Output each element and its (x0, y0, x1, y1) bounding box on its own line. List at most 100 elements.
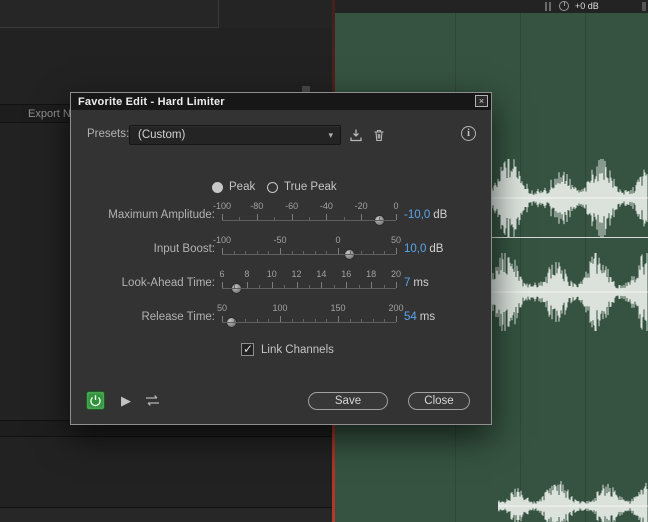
dialog-title: Favorite Edit - Hard Limiter (78, 95, 225, 108)
slider-track[interactable] (222, 315, 397, 328)
tick-mark-minor (239, 217, 241, 220)
tick-label: -20 (354, 201, 368, 211)
slider-thumb[interactable] (225, 317, 237, 328)
tick-label: -40 (319, 201, 333, 211)
tick-mark (338, 316, 339, 322)
power-toggle-button[interactable] (86, 391, 105, 410)
tick-label: 50 (390, 235, 402, 245)
tick-mark-minor (349, 251, 351, 254)
tick-label: 0 (335, 235, 341, 245)
presets-dropdown[interactable]: (Custom) ▾ (129, 125, 341, 145)
close-icon[interactable]: × (475, 95, 488, 107)
tick-label: -50 (273, 235, 287, 245)
tick-mark-minor (245, 319, 247, 322)
slider-row-look-ahead-time: Look-Ahead Time: 6 8 10 12 14 16 18 20 7 ms (71, 269, 493, 303)
tick-label: 50 (216, 303, 228, 313)
tick-label: 100 (272, 303, 288, 313)
value-number[interactable]: 10,0 (404, 243, 426, 255)
save-preset-button[interactable] (347, 126, 365, 144)
tick-mark-minor (256, 251, 258, 254)
loop-playback-button[interactable] (143, 393, 161, 408)
close-button[interactable]: Close (408, 392, 470, 410)
tick-mark (396, 282, 397, 288)
slider-row-release-time: Release Time: 50 100 150 200 54 ms (71, 303, 493, 337)
tick-label: -100 (212, 201, 232, 211)
slider-label: Look-Ahead Time: (121, 277, 215, 289)
tick-mark (338, 248, 339, 254)
level-meter-icon (545, 2, 553, 11)
slider-thumb[interactable] (230, 283, 242, 294)
tick-mark-minor (303, 251, 305, 254)
radio-peak[interactable]: Peak (212, 181, 255, 193)
volume-knob-icon[interactable] (559, 1, 569, 11)
tick-mark (256, 214, 258, 220)
link-channels-checkbox[interactable]: ✓ Link Channels (241, 342, 334, 356)
slider-label: Release Time: (141, 311, 215, 323)
tick-mark-minor (291, 319, 293, 322)
tick-label: -60 (285, 201, 299, 211)
tick-mark (222, 282, 223, 288)
tick-mark-minor (303, 319, 305, 322)
tick-label: 20 (390, 269, 402, 279)
tick-mark (371, 282, 373, 288)
slider-ruler: 50 100 150 200 (217, 303, 404, 314)
tick-label: 6 (219, 269, 225, 279)
tick-mark (271, 282, 273, 288)
tick-mark (321, 282, 323, 288)
export-button[interactable]: Export N (28, 108, 71, 120)
save-button[interactable]: Save (308, 392, 388, 410)
hard-limiter-dialog: Favorite Edit - Hard Limiter × Presets: … (70, 92, 492, 425)
slider-value[interactable]: -10,0 dB (404, 209, 447, 221)
delete-preset-button[interactable] (370, 126, 388, 144)
preview-play-button[interactable]: ▶ (121, 392, 131, 409)
slider-track[interactable] (222, 213, 397, 226)
tick-mark-minor (245, 251, 247, 254)
info-button[interactable]: i (461, 126, 476, 141)
audition-window: Export N +0 dB Favorite Edit - Hard Limi… (0, 0, 648, 522)
tick-label: 8 (244, 269, 250, 279)
tick-label: -100 (212, 235, 232, 245)
value-number[interactable]: -10,0 (404, 209, 430, 221)
top-toolbar: +0 dB (335, 0, 648, 13)
tick-mark-minor (234, 285, 236, 288)
waveform-bottom[interactable] (498, 478, 648, 522)
tick-mark (346, 282, 348, 288)
slider-label: Maximum Amplitude: (108, 209, 215, 221)
toolbar-scrollbar[interactable] (642, 2, 646, 11)
slider-value[interactable]: 10,0 dB (404, 243, 443, 255)
value-unit: ms (413, 277, 429, 289)
value-number[interactable]: 7 (404, 277, 410, 289)
radio-icon (267, 181, 278, 193)
slider-value[interactable]: 54 ms (404, 311, 435, 323)
radio-true-peak[interactable]: True Peak (267, 181, 337, 193)
tick-mark (222, 248, 223, 254)
tick-mark (280, 316, 281, 322)
checkbox-icon: ✓ (241, 342, 254, 356)
tick-mark-minor (259, 285, 261, 288)
gain-readout[interactable]: +0 dB (575, 1, 599, 11)
value-unit: ms (419, 311, 436, 323)
tick-mark-minor (384, 319, 386, 322)
value-number[interactable]: 54 (404, 311, 417, 323)
tick-mark (296, 282, 298, 288)
slider-track[interactable] (222, 281, 397, 294)
tick-mark-minor (349, 319, 351, 322)
tick-mark-minor (378, 217, 380, 220)
slider-ruler: -100 -80 -60 -40 -20 0 (213, 201, 399, 212)
loop-icon (145, 395, 159, 406)
tick-label: 14 (316, 269, 327, 279)
tick-mark-minor (309, 217, 310, 220)
tick-label: 12 (291, 269, 302, 279)
slider-track[interactable] (222, 247, 397, 260)
panel-header (0, 0, 219, 28)
tick-label: 200 (388, 303, 404, 313)
slider-value[interactable]: 7 ms (404, 277, 429, 289)
tick-mark-minor (361, 251, 363, 254)
tick-mark-minor (326, 319, 328, 322)
tick-mark-minor (384, 251, 386, 254)
tick-label: 150 (330, 303, 346, 313)
dialog-title-bar[interactable]: Favorite Edit - Hard Limiter × (71, 93, 491, 110)
slider-ruler: -100 -50 0 50 (213, 235, 401, 246)
tick-mark (291, 214, 293, 220)
check-icon: ✓ (243, 342, 254, 356)
